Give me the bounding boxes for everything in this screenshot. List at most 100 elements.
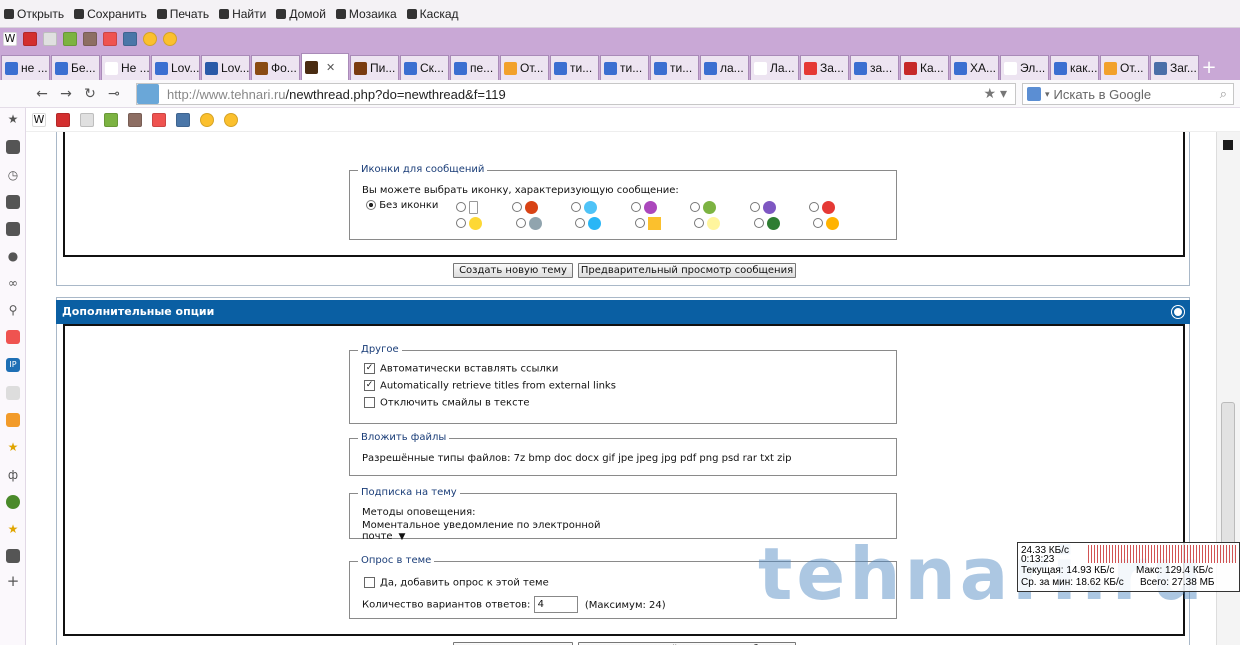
soccer-icon[interactable] <box>43 32 57 46</box>
bug-icon[interactable] <box>104 112 118 127</box>
new-tab-button[interactable]: + <box>1200 55 1218 80</box>
puzzle-icon[interactable] <box>6 549 20 563</box>
tab[interactable]: ти... <box>550 55 599 80</box>
search-icon[interactable]: ⌕ <box>1220 86 1227 102</box>
retrieve-titles-option[interactable]: ✓ Automatically retrieve titles from exte… <box>364 380 616 392</box>
photo-icon[interactable] <box>128 112 142 127</box>
info-icon[interactable]: ● <box>6 249 20 263</box>
history-icon[interactable]: ◷ <box>6 168 20 182</box>
retrieve-titles-checkbox[interactable]: ✓ <box>364 380 375 391</box>
vk-icon[interactable] <box>123 32 137 46</box>
youtube-icon[interactable] <box>56 112 70 127</box>
vk-icon[interactable] <box>176 112 190 127</box>
search-icon[interactable]: ⚲ <box>6 303 20 317</box>
star-icon[interactable]: ★ <box>6 522 20 536</box>
find-menu-item[interactable]: Найти <box>219 7 266 21</box>
tab[interactable]: не ... <box>1 55 50 80</box>
disable-smilies-checkbox[interactable] <box>364 397 375 408</box>
site-identity-icon[interactable] <box>137 84 159 104</box>
yandex-icon[interactable] <box>152 112 166 127</box>
icon-radio[interactable] <box>571 202 581 212</box>
document-icon[interactable] <box>6 386 20 400</box>
icon-radio[interactable] <box>630 202 641 212</box>
downloads-icon[interactable] <box>6 222 20 236</box>
collapse-icon[interactable] <box>1172 306 1184 318</box>
icon-radio[interactable] <box>813 218 823 228</box>
chevron-down-icon[interactable]: ▾ <box>1045 89 1050 100</box>
bookmarks-icon[interactable]: ★ <box>6 112 20 126</box>
cascade-menu-item[interactable]: Каскад <box>406 7 459 21</box>
yandex-icon[interactable] <box>103 32 117 46</box>
tab[interactable]: Эл... <box>1000 55 1049 80</box>
icon-radio[interactable] <box>515 218 526 228</box>
star-icon[interactable] <box>224 112 238 127</box>
icon-radio[interactable] <box>749 202 760 212</box>
youtube-icon[interactable] <box>23 32 37 46</box>
radio-selected[interactable] <box>366 200 376 210</box>
tab[interactable]: ти... <box>650 55 699 80</box>
bug-icon[interactable] <box>6 495 20 509</box>
forward-icon[interactable]: → <box>54 86 78 102</box>
add-poll-checkbox[interactable] <box>364 577 375 588</box>
notes-icon[interactable] <box>6 195 20 209</box>
home-menu-item[interactable]: Домой <box>276 7 326 21</box>
tab[interactable]: Lov... <box>151 55 200 80</box>
icon-radio[interactable] <box>456 218 466 228</box>
photo-icon[interactable] <box>83 32 97 46</box>
icon-radio[interactable] <box>694 218 704 228</box>
tab[interactable]: Ка... <box>900 55 949 80</box>
ip-icon[interactable]: IP <box>6 358 20 372</box>
back-icon[interactable]: ← <box>30 86 54 102</box>
no-icon-option[interactable]: Без иконки <box>366 200 438 211</box>
add-poll-option[interactable]: Да, добавить опрос к этой теме <box>364 577 549 589</box>
tab[interactable]: ла... <box>700 55 749 80</box>
save-menu-item[interactable]: Сохранить <box>74 7 147 21</box>
notification-method-select[interactable]: Моментальное уведомление по электронной … <box>362 520 642 542</box>
tab[interactable]: Не ... <box>101 55 150 80</box>
icon-radio[interactable] <box>690 202 700 212</box>
tab[interactable]: ХА... <box>950 55 999 80</box>
tab[interactable]: Фо... <box>251 55 300 80</box>
tab[interactable]: Ск... <box>400 55 449 80</box>
wikipedia-icon[interactable]: W <box>3 32 17 46</box>
scroll-up-icon[interactable] <box>1223 140 1233 150</box>
tab[interactable]: От... <box>500 55 549 80</box>
tab[interactable]: за... <box>850 55 899 80</box>
auto-links-option[interactable]: ✓ Автоматически вставлять ссылки <box>364 363 558 375</box>
tab[interactable]: Ла... <box>750 55 799 80</box>
link-icon[interactable]: ∞ <box>6 276 20 290</box>
disable-smilies-option[interactable]: Отключить смайлы в тексте <box>364 397 530 409</box>
search-engine-icon[interactable] <box>1027 87 1041 101</box>
icon-radio[interactable] <box>753 218 764 228</box>
print-menu-item[interactable]: Печать <box>156 7 209 21</box>
tab[interactable]: От... <box>1100 55 1149 80</box>
wikipedia-icon[interactable]: W <box>32 112 46 127</box>
tab[interactable]: Бе... <box>51 55 100 80</box>
auto-links-checkbox[interactable]: ✓ <box>364 363 375 374</box>
address-bar[interactable]: http://www.tehnari.ru/newthread.php?do=n… <box>136 83 1016 105</box>
tab[interactable]: ти... <box>600 55 649 80</box>
tab[interactable]: как... <box>1050 55 1099 80</box>
translate-icon[interactable]: ф <box>6 468 20 482</box>
bug-icon[interactable] <box>63 32 77 46</box>
soccer-icon[interactable] <box>80 112 94 127</box>
star-icon[interactable] <box>163 32 177 46</box>
tab[interactable]: Lov... <box>201 55 250 80</box>
close-tab-icon[interactable]: ✕ <box>326 61 335 74</box>
icon-radio[interactable] <box>809 202 819 212</box>
star-icon[interactable]: ★ <box>6 440 20 454</box>
feed-icon[interactable] <box>6 413 20 427</box>
add-panel-icon[interactable]: + <box>6 574 20 589</box>
icon-radio[interactable] <box>456 202 466 212</box>
tab[interactable]: Заг... <box>1150 55 1199 80</box>
create-thread-button[interactable]: Создать новую тему <box>453 263 573 278</box>
mosaic-menu-item[interactable]: Мозаика <box>335 7 397 21</box>
bookmark-star-icon[interactable]: ★ ▾ <box>984 85 1007 102</box>
icon-radio[interactable] <box>511 202 522 212</box>
star-icon[interactable] <box>200 112 214 127</box>
preview-button[interactable]: Предварительный просмотр сообщения <box>578 263 796 278</box>
scrollbar-thumb[interactable] <box>1221 402 1235 562</box>
mail-icon[interactable] <box>6 140 20 154</box>
key-icon[interactable]: ⊸ <box>102 86 126 102</box>
poll-count-input[interactable]: 4 <box>533 596 578 613</box>
